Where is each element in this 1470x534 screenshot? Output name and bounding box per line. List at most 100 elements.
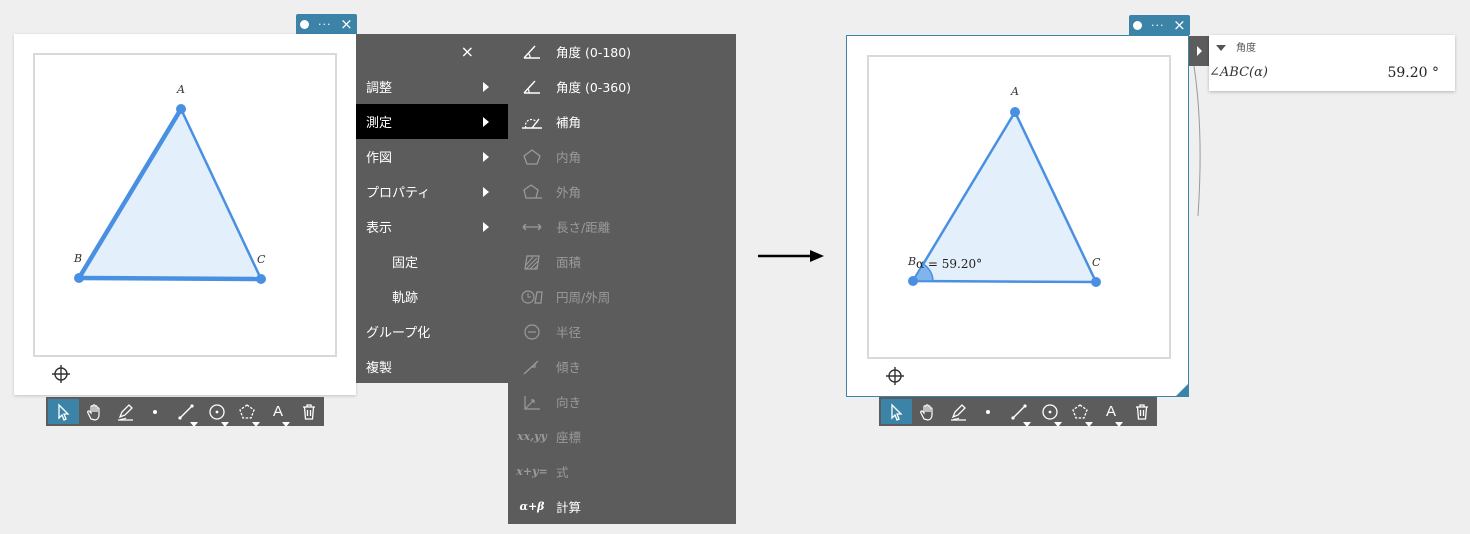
menu-item-label: 測定 [366, 116, 393, 131]
geometry-canvas-right[interactable]: A B C α = 59.20° [867, 55, 1171, 359]
measure-item-label: 座標 [556, 430, 582, 445]
measure-item-label: 円周/外周 [556, 290, 611, 305]
panel-more-icon[interactable]: ··· [318, 19, 332, 30]
pan-tool-button[interactable] [912, 399, 943, 424]
text-tool-icon: A [273, 403, 284, 420]
polygon-tool-button[interactable] [1065, 399, 1096, 427]
pen-tool-button[interactable] [942, 399, 973, 424]
line-tool-icon [1010, 403, 1028, 421]
select-tool-icon [54, 402, 72, 421]
menu-item-label: 軌跡 [392, 291, 419, 306]
measure-item[interactable]: 補角 [508, 104, 736, 139]
line-tool-button[interactable] [1004, 399, 1035, 427]
geometry-card-right: A B C α = 59.20° [846, 35, 1189, 397]
vertex-label-c: C [1092, 256, 1101, 269]
supplementary-angle-icon [508, 113, 556, 131]
text-tool-icon: A [1106, 403, 1117, 420]
measure-item[interactable]: 向き [508, 384, 736, 419]
submenu-arrow-icon [483, 222, 489, 232]
resize-handle[interactable] [1176, 384, 1188, 396]
menu-item[interactable]: 測定 [356, 104, 508, 139]
menu-item[interactable]: 作図 [356, 139, 508, 174]
measurement-panel-toggle[interactable] [1189, 36, 1211, 66]
vertex-b[interactable] [74, 273, 84, 283]
measure-item-label: 面積 [556, 255, 582, 270]
menu-item[interactable]: 固定 [356, 244, 508, 279]
measure-item[interactable]: 円周/外周 [508, 279, 736, 314]
panel-dot-icon[interactable] [300, 19, 310, 29]
menu-item[interactable]: プロパティ [356, 174, 508, 209]
vertex-b[interactable] [908, 276, 918, 286]
measure-item[interactable]: 角度 (0-180) [508, 34, 736, 69]
measure-item[interactable]: 面積 [508, 244, 736, 279]
measure-item[interactable]: 内角 [508, 139, 736, 174]
point-tool-button[interactable] [973, 399, 1004, 424]
text-tool-button[interactable]: A [263, 399, 294, 427]
interior-angle-icon [508, 148, 556, 166]
submenu-indicator-icon [282, 422, 291, 427]
measure-item[interactable]: 長さ/距離 [508, 209, 736, 244]
calculate-icon: α+β [508, 500, 556, 513]
edge-bc[interactable] [78, 275, 262, 282]
panel-dot-icon[interactable] [1133, 20, 1143, 30]
menu-item[interactable]: グループ化 [356, 314, 508, 349]
geometry-canvas-left[interactable]: A B C [33, 53, 337, 357]
measurement-value[interactable]: 59.20 ° [1387, 65, 1439, 81]
slope-icon [508, 358, 556, 376]
menu-item[interactable]: 調整 [356, 69, 508, 104]
select-tool-button[interactable] [48, 399, 79, 424]
measure-item[interactable]: α+β 計算 [508, 489, 736, 524]
point-tool-button[interactable] [140, 399, 171, 424]
submenu-indicator-icon [1115, 422, 1124, 427]
circle-tool-icon [208, 403, 226, 421]
collapse-icon[interactable] [1216, 45, 1226, 51]
menu-item[interactable]: 表示 [356, 209, 508, 244]
panel-close-icon[interactable]: × [340, 16, 353, 32]
text-tool-button[interactable]: A [1096, 399, 1127, 427]
vertex-c[interactable] [1091, 277, 1101, 287]
submenu-arrow-icon [483, 82, 489, 92]
vertex-a[interactable] [176, 104, 186, 114]
measure-item[interactable]: xx,yy 座標 [508, 419, 736, 454]
measure-item[interactable]: 半径 [508, 314, 736, 349]
menu-item-label: 表示 [366, 221, 393, 236]
pen-tool-button[interactable] [109, 399, 140, 424]
vertex-c[interactable] [256, 274, 266, 284]
line-tool-icon [177, 403, 195, 421]
measure-item-label: 計算 [556, 500, 582, 515]
submenu-indicator-icon [251, 422, 260, 427]
menu-item[interactable]: 複製 [356, 349, 508, 384]
panel-close-icon[interactable]: × [1173, 17, 1186, 33]
triangle-figure-right: A B C α = 59.20° [907, 85, 1101, 287]
menu-item[interactable]: 軌跡 [356, 279, 508, 314]
submenu-arrow-icon [483, 117, 489, 127]
crosshair-icon[interactable] [886, 367, 904, 385]
delete-tool-button[interactable] [293, 399, 324, 424]
panel-more-icon[interactable]: ··· [1151, 20, 1165, 31]
polygon-tool-button[interactable] [232, 399, 263, 427]
measure-item[interactable]: 外角 [508, 174, 736, 209]
measure-item[interactable]: x+y= 式 [508, 454, 736, 489]
delete-tool-button[interactable] [1126, 399, 1157, 424]
geometry-card-left: A B C [14, 34, 356, 395]
measure-submenu: 角度 (0-180) 角度 (0-360) 補角内角 外角 長さ/距離面積円周/外周半径… [508, 34, 736, 524]
close-icon[interactable]: × [461, 42, 474, 61]
delete-tool-icon [300, 403, 318, 421]
measure-item-label: 角度 (0-180) [556, 45, 632, 60]
select-tool-button[interactable] [881, 399, 912, 424]
measure-item[interactable]: 角度 (0-360) [508, 69, 736, 104]
measurement-header[interactable]: 角度 [1216, 39, 1256, 54]
angle-annotation[interactable]: α = 59.20° [916, 257, 982, 271]
vertex-a[interactable] [1010, 107, 1020, 117]
measure-item-label: 補角 [556, 115, 582, 130]
pan-tool-button[interactable] [79, 399, 110, 424]
measure-item-label: 半径 [556, 325, 582, 340]
triangle-shape[interactable] [76, 106, 263, 281]
submenu-arrow-icon [483, 187, 489, 197]
icon-glyph: x+y= [516, 465, 548, 478]
measure-item[interactable]: 傾き [508, 349, 736, 384]
circle-tool-button[interactable] [1034, 399, 1065, 427]
crosshair-icon[interactable] [52, 365, 70, 383]
line-tool-button[interactable] [171, 399, 202, 427]
circle-tool-button[interactable] [201, 399, 232, 427]
